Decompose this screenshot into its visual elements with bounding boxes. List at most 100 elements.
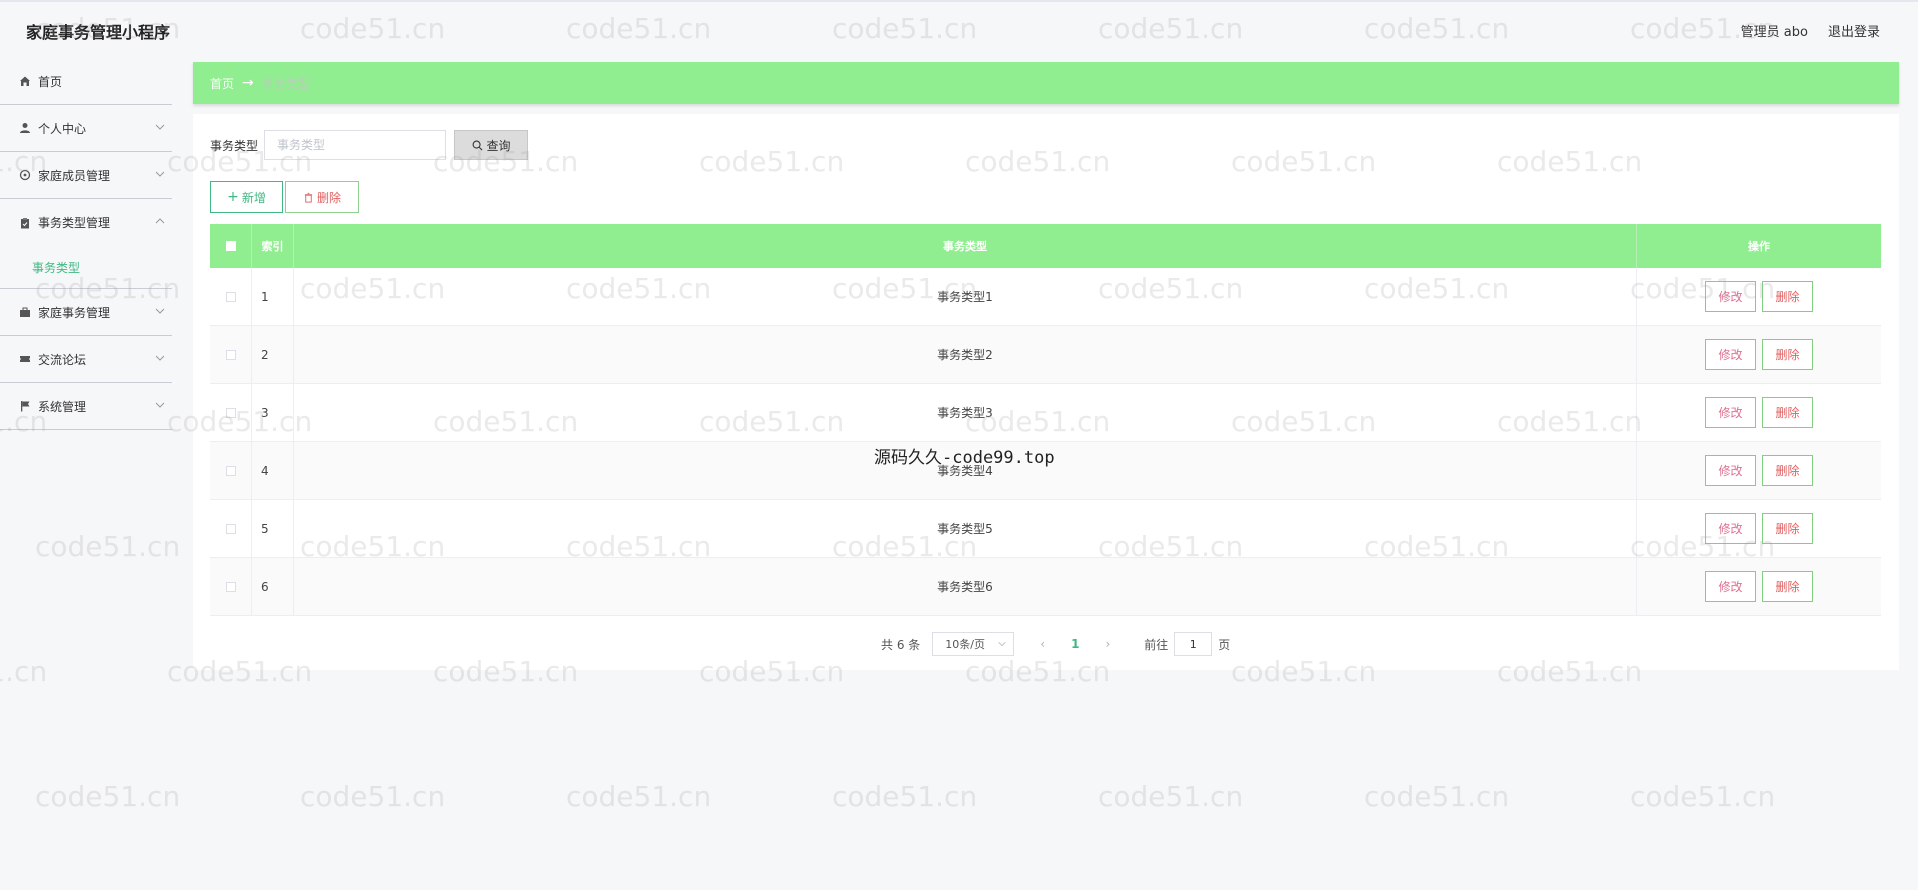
pagination: 共 6 条 10条/页 ‹ 1 › 前往 页 <box>881 632 1230 656</box>
page-suffix: 页 <box>1218 637 1231 652</box>
row-select[interactable] <box>210 500 252 557</box>
sidebar-item-label: 交流论坛 <box>38 352 87 367</box>
edit-button[interactable]: 修改 <box>1705 455 1756 486</box>
goto-page-input[interactable] <box>1174 632 1213 656</box>
delete-button[interactable]: 删除 <box>1762 455 1813 486</box>
delete-button[interactable]: 删除 <box>1762 513 1813 544</box>
goto-label: 前往 <box>1144 637 1169 652</box>
sidebar-item-label: 家庭事务管理 <box>38 305 111 320</box>
arrow-right-icon: → <box>242 75 254 91</box>
header-actions: 管理员 abo 退出登录 <box>1741 21 1880 40</box>
row-actions: 修改 删除 <box>1637 326 1881 383</box>
next-page-button[interactable]: › <box>1105 637 1110 651</box>
user-icon <box>18 121 32 135</box>
edit-button[interactable]: 修改 <box>1705 339 1756 370</box>
row-actions: 修改 删除 <box>1637 558 1881 615</box>
table-row: 6 事务类型6 修改 删除 <box>210 558 1881 616</box>
checkbox[interactable] <box>225 523 236 534</box>
breadcrumb-home[interactable]: 首页 <box>210 75 234 92</box>
edit-button[interactable]: 修改 <box>1705 513 1756 544</box>
sidebar-item-label: 首页 <box>38 74 63 89</box>
header-type[interactable]: 事务类型 <box>294 224 1637 268</box>
watermark: code51.cn <box>35 780 181 813</box>
delete-button[interactable]: 删除 <box>1762 397 1813 428</box>
delete-button[interactable]: 删除 <box>1762 281 1813 312</box>
header-select-all[interactable] <box>210 224 252 268</box>
table-row: 2 事务类型2 修改 删除 <box>210 326 1881 384</box>
search-input[interactable] <box>264 130 447 160</box>
sidebar-item-family-affairs[interactable]: 家庭事务管理 <box>0 289 172 336</box>
delete-button[interactable]: 删除 <box>1762 571 1813 602</box>
overlay-watermark-text: 源码久久-code99.top <box>874 448 1055 468</box>
search-label: 事务类型 <box>210 138 259 153</box>
checkbox[interactable] <box>225 241 236 251</box>
checkbox[interactable] <box>225 581 236 592</box>
chevron-up-icon <box>155 218 165 224</box>
row-select[interactable] <box>210 442 252 499</box>
table-row: 5 事务类型5 修改 删除 <box>210 500 1881 558</box>
table-header: 索引 事务类型 操作 <box>210 224 1881 268</box>
checkbox[interactable] <box>225 465 236 476</box>
row-type: 事务类型5 <box>294 500 1637 557</box>
batch-delete-button[interactable]: 删除 <box>285 181 359 213</box>
checkbox[interactable] <box>225 291 236 302</box>
app-title: 家庭事务管理小程序 <box>26 23 171 42</box>
chevron-down-icon <box>155 355 165 361</box>
edit-button[interactable]: 修改 <box>1705 571 1756 602</box>
row-select[interactable] <box>210 326 252 383</box>
header-operations: 操作 <box>1748 240 1770 253</box>
sidebar-item-family-members[interactable]: 家庭成员管理 <box>0 152 172 199</box>
page-size-value: 10条/页 <box>945 638 985 651</box>
breadcrumb: 首页 → 事务类型 <box>193 62 1899 104</box>
sidebar-item-forum[interactable]: 交流论坛 <box>0 336 172 383</box>
table-row: 3 事务类型3 修改 删除 <box>210 384 1881 442</box>
query-button[interactable]: 查询 <box>454 130 529 160</box>
content-panel: 事务类型 查询 + 新增 删除 索引 事务类型 操作 <box>193 114 1899 670</box>
checkbox[interactable] <box>225 349 236 360</box>
page-number[interactable]: 1 <box>1071 637 1079 651</box>
query-button-label: 查询 <box>486 138 511 153</box>
sidebar: 首页 个人中心 家庭成员管理 事务类型管理 事务类型 家庭事务管理 交流论坛 系… <box>0 58 172 430</box>
delete-button[interactable]: 删除 <box>1762 339 1813 370</box>
sidebar-item-task-types[interactable]: 事务类型管理 <box>0 199 172 246</box>
row-index: 5 <box>252 500 294 557</box>
watermark: code51.cn <box>1364 780 1510 813</box>
row-select[interactable] <box>210 268 252 325</box>
trash-icon <box>304 192 313 203</box>
breadcrumb-current: 事务类型 <box>261 76 310 91</box>
row-select[interactable] <box>210 384 252 441</box>
row-index: 6 <box>252 558 294 615</box>
watermark: code51.cn <box>0 655 48 688</box>
row-index: 2 <box>252 326 294 383</box>
prev-page-button[interactable]: ‹ <box>1040 637 1045 651</box>
settings-icon <box>18 168 32 182</box>
current-user[interactable]: 管理员 abo <box>1741 21 1808 40</box>
sidebar-item-label: 系统管理 <box>38 399 87 414</box>
top-bar: 家庭事务管理小程序 管理员 abo 退出登录 <box>0 0 1918 58</box>
chevron-down-icon <box>155 124 165 130</box>
page-size-select[interactable]: 10条/页 <box>932 632 1015 656</box>
sidebar-item-personal[interactable]: 个人中心 <box>0 105 172 152</box>
watermark: code51.cn <box>35 530 181 563</box>
flag-icon <box>18 399 32 413</box>
watermark: code51.cn <box>566 780 712 813</box>
chevron-down-icon <box>155 308 165 314</box>
edit-button[interactable]: 修改 <box>1705 281 1756 312</box>
logout-link[interactable]: 退出登录 <box>1828 21 1880 40</box>
table-body: 1 事务类型1 修改 删除 2 事务类型2 修改 删除 3 事务类型3 修改 删除 4 事务类型4 修改 删除… <box>210 268 1881 616</box>
sidebar-subitem-task-type[interactable]: 事务类型 <box>0 246 172 289</box>
row-select[interactable] <box>210 558 252 615</box>
row-index: 1 <box>252 268 294 325</box>
row-type: 事务类型1 <box>294 268 1637 325</box>
watermark: code51.cn <box>300 780 446 813</box>
chevron-down-icon <box>998 642 1006 647</box>
header-index: 索引 <box>252 224 294 268</box>
checkbox[interactable] <box>225 407 236 418</box>
sidebar-item-home[interactable]: 首页 <box>0 58 172 105</box>
edit-button[interactable]: 修改 <box>1705 397 1756 428</box>
sidebar-item-system[interactable]: 系统管理 <box>0 383 172 430</box>
search-icon <box>472 140 482 150</box>
row-actions: 修改 删除 <box>1637 384 1881 441</box>
add-button[interactable]: + 新增 <box>210 181 283 213</box>
plus-icon: + <box>227 189 239 205</box>
